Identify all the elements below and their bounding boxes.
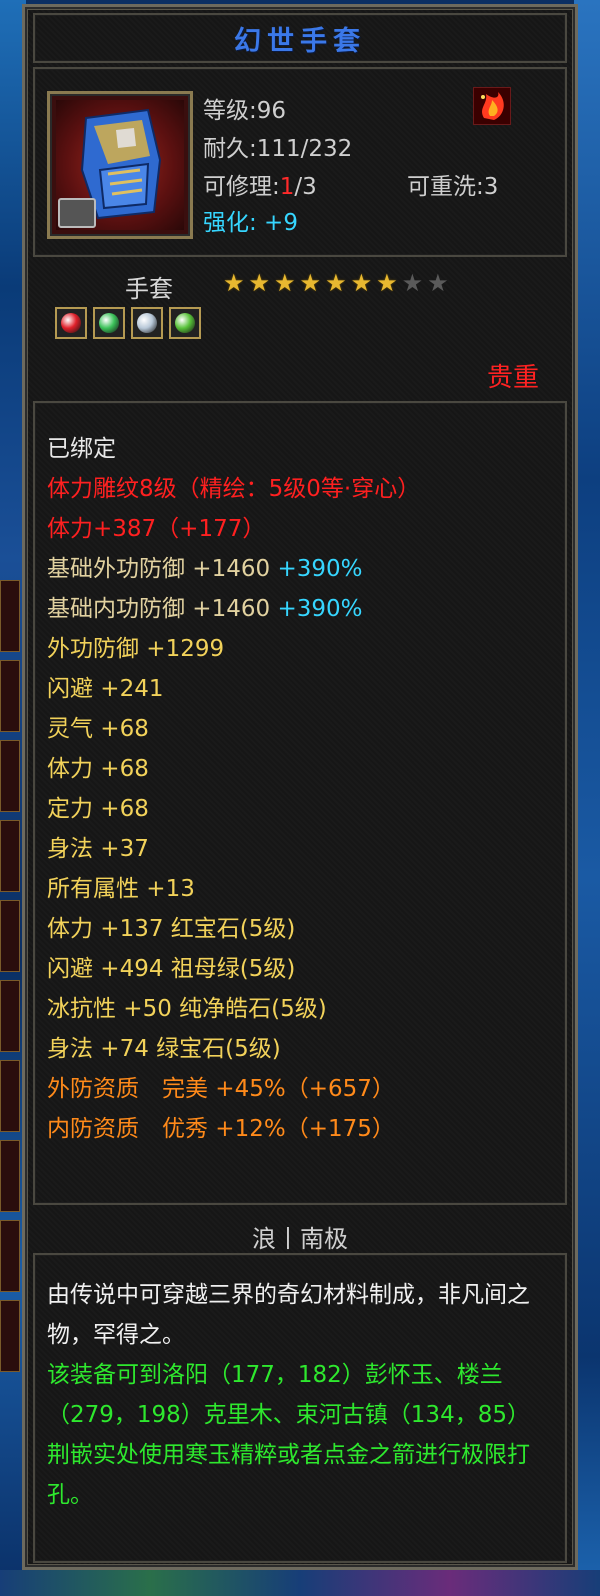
star-filled-icon: ★ (299, 269, 322, 297)
gem-vitality-stat: 体力 +137 红宝石(5级) (47, 916, 296, 942)
repair-used: 1 (279, 174, 295, 200)
bound-status: 已绑定 (47, 436, 116, 462)
gem-agility-stat: 身法 +74 绿宝石(5级) (47, 1036, 281, 1062)
star-filled-icon: ★ (376, 269, 398, 297)
item-lore: 由传说中可穿越三界的奇幻材料制成，非凡间之物，罕得之。 (47, 1282, 530, 1348)
stat-label: 基础外功防御 +1460 (47, 556, 271, 582)
item-info-panel: 等级:96 耐久:111/232 可修理:1/3 可重洗:3 强化: +9 (33, 67, 567, 257)
item-enhance: 强化: +9 (203, 210, 298, 236)
star-filled-icon: ★ (325, 269, 347, 297)
side-item-slot[interactable] (0, 1060, 20, 1132)
engrave-stat: 体力雕纹8级（精绘：5级0等·穿心） (47, 476, 421, 502)
side-item-slot[interactable] (0, 1140, 20, 1212)
dodge-stat: 闪避 +241 (47, 676, 164, 702)
flame-rune-icon (473, 87, 511, 125)
vitality-stat: 体力 +68 (47, 756, 149, 782)
lock-icon (58, 198, 96, 228)
rarity-label: 贵重 (486, 363, 539, 393)
socket-hint: 该装备可到洛阳（177，182）彭怀玉、楼兰（279，198）克里木、束河古镇（… (47, 1362, 530, 1508)
server-name: 浪丨南极 (252, 1225, 348, 1253)
star-filled-icon: ★ (248, 269, 271, 297)
spirit-stat: 灵气 +68 (47, 716, 149, 742)
int-quality-stat: 内防资质 优秀 +12%（+175） (47, 1116, 395, 1142)
socket-gems (55, 307, 201, 339)
stat-percent: +390% (277, 596, 363, 622)
item-type: 手套 (125, 275, 173, 303)
gem-dodge-stat: 闪避 +494 祖母绿(5级) (47, 956, 296, 982)
title-bar: 幻世手套 (33, 13, 567, 63)
item-rewash: 可重洗:3 (407, 174, 499, 200)
star-filled-icon: ★ (223, 269, 245, 297)
star-filled-icon: ★ (274, 269, 296, 297)
base-int-def-stat: 基础内功防御 +1460 +390% (47, 589, 362, 623)
stats-panel: 已绑定 体力雕纹8级（精绘：5级0等·穿心） 体力+387（+177） 基础外功… (33, 401, 567, 1205)
diamond-gem-icon (131, 307, 163, 339)
side-item-slot[interactable] (0, 660, 20, 732)
ext-def-stat: 外功防御 +1299 (47, 636, 225, 662)
side-item-slot[interactable] (0, 820, 20, 892)
gem-ice-resist-stat: 冰抗性 +50 纯净皓石(5级) (47, 996, 327, 1022)
all-attributes-stat: 所有属性 +13 (47, 876, 195, 902)
item-type-row: 手套 ★ ★ ★ ★ ★ ★ ★ ★ ★ 贵重 (25, 265, 575, 395)
emerald-gem-icon (93, 307, 125, 339)
side-item-slot[interactable] (0, 740, 20, 812)
description-panel: 由传说中可穿越三界的奇幻材料制成，非凡间之物，罕得之。 该装备可到洛阳（177，… (33, 1253, 567, 1563)
side-item-slot[interactable] (0, 900, 20, 972)
star-empty-icon: ★ (427, 269, 449, 297)
stat-label: 基础内功防御 +1460 (47, 596, 271, 622)
agility-stat: 身法 +37 (47, 836, 149, 862)
stat-percent: +390% (277, 556, 363, 582)
vitality-bonus-stat: 体力+387（+177） (47, 516, 266, 542)
green-jade-gem-icon (169, 307, 201, 339)
star-filled-icon: ★ (350, 269, 373, 297)
ruby-gem-icon (55, 307, 87, 339)
side-item-slot[interactable] (0, 1300, 20, 1372)
side-item-slot[interactable] (0, 580, 20, 652)
item-tooltip: 幻世手套 等级:96 耐久:111/232 可修理:1/3 可重洗:3 强化: … (22, 4, 578, 1570)
side-item-slot[interactable] (0, 980, 20, 1052)
item-repair: 可修理:1/3 (203, 167, 317, 201)
star-empty-icon: ★ (401, 269, 424, 297)
star-rating: ★ ★ ★ ★ ★ ★ ★ ★ ★ (223, 271, 449, 295)
item-title: 幻世手套 (234, 25, 366, 57)
ext-quality-stat: 外防资质 完美 +45%（+657） (47, 1076, 395, 1102)
base-ext-def-stat: 基础外功防御 +1460 +390% (47, 549, 362, 583)
bottom-action-bar (0, 1570, 600, 1596)
item-durability: 耐久:111/232 (203, 136, 353, 162)
item-icon-frame (47, 91, 193, 239)
focus-stat: 定力 +68 (47, 796, 149, 822)
repair-total: /3 (294, 174, 317, 200)
side-item-slot[interactable] (0, 1220, 20, 1292)
repair-label: 可修理: (203, 174, 280, 200)
item-level: 等级:96 (203, 98, 287, 124)
